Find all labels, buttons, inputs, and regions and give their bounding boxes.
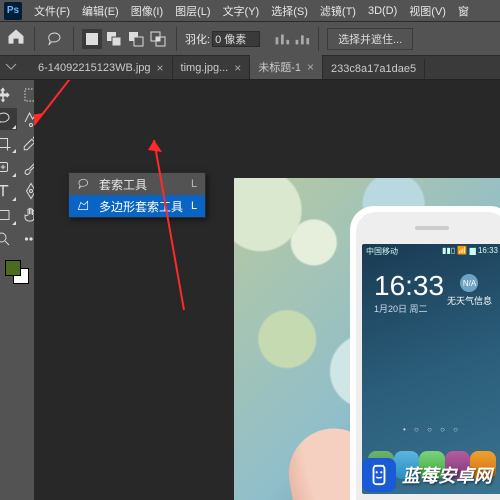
separator xyxy=(73,27,74,51)
watermark: 蓝莓安卓网 xyxy=(362,458,492,492)
color-swatches[interactable] xyxy=(3,258,31,286)
phone-screen: 中国移动 ▮▮▯ 📶 ▆ 16:33 16:33 1月20日 周二 N/A 无天… xyxy=(362,244,500,494)
weather-label: 无天气信息 xyxy=(447,294,492,307)
menu-window[interactable]: 窗 xyxy=(452,3,475,19)
annotation-arrow-2 xyxy=(124,130,244,330)
document-tabs: 6-14092215123WB.jpg × timg.jpg... × 未标题-1 ×… xyxy=(0,56,500,80)
tools-panel xyxy=(0,80,34,500)
menu-image[interactable]: 图像(I) xyxy=(125,3,169,19)
tab-label: 未标题-1 xyxy=(258,59,301,75)
canvas-area[interactable]: 套索工具 L 多边形套索工具 L xyxy=(34,80,500,500)
document-image: 中国移动 ▮▮▯ 📶 ▆ 16:33 16:33 1月20日 周二 N/A 无天… xyxy=(234,178,500,500)
tab-label: 6-14092215123WB.jpg xyxy=(38,62,151,74)
poly-lasso-icon xyxy=(75,199,91,213)
phone-clock: 16:33 xyxy=(374,270,444,302)
menu-file[interactable]: 文件(F) xyxy=(28,3,76,19)
menu-3d[interactable]: 3D(D) xyxy=(362,5,403,17)
status-left: 中国移动 xyxy=(366,246,398,257)
weather-na-icon: N/A xyxy=(460,274,478,292)
selection-mode-group xyxy=(82,29,168,49)
phone-mockup: 中国移动 ▮▮▯ 📶 ▆ 16:33 16:33 1月20日 周二 N/A 无天… xyxy=(350,206,500,500)
type-tool[interactable] xyxy=(0,180,17,202)
phone-statusbar: 中国移动 ▮▮▯ 📶 ▆ 16:33 xyxy=(366,246,498,257)
close-icon[interactable]: × xyxy=(307,60,314,74)
tab-doc-2[interactable]: timg.jpg... × xyxy=(173,57,251,79)
watermark-icon xyxy=(362,458,396,492)
close-icon[interactable]: × xyxy=(157,61,164,75)
feather-label: 羽化: xyxy=(185,31,210,47)
rectangle-tool[interactable] xyxy=(0,204,17,226)
selection-new-icon[interactable] xyxy=(82,29,102,49)
phone-weather: N/A 无天气信息 xyxy=(447,274,492,307)
home-icon[interactable] xyxy=(6,27,26,50)
feather-control: 羽化: xyxy=(185,31,260,47)
menu-select[interactable]: 选择(S) xyxy=(265,3,314,19)
menu-view[interactable]: 视图(V) xyxy=(403,3,452,19)
menu-edit[interactable]: 编辑(E) xyxy=(76,3,125,19)
ps-logo-icon: Ps xyxy=(4,2,22,20)
tab-expand-icon[interactable] xyxy=(4,60,18,74)
menu-type[interactable]: 文字(Y) xyxy=(217,3,266,19)
page-indicator: • ○ ○ ○ ○ xyxy=(362,425,500,434)
tab-doc-1[interactable]: 6-14092215123WB.jpg × xyxy=(30,57,173,79)
tab-doc-4[interactable]: 233c8a17a1dae5 xyxy=(323,59,425,79)
feather-input[interactable] xyxy=(212,31,260,47)
crop-tool[interactable] xyxy=(0,132,17,154)
healing-tool[interactable] xyxy=(0,156,17,178)
lasso-icon xyxy=(75,177,91,191)
selection-subtract-icon[interactable] xyxy=(126,29,146,49)
move-tool[interactable] xyxy=(0,84,17,106)
tab-label: 233c8a17a1dae5 xyxy=(331,63,416,75)
menu-filter[interactable]: 滤镜(T) xyxy=(314,3,362,19)
annotation-arrow-1 xyxy=(34,80,134,145)
separator xyxy=(34,27,35,51)
selection-intersect-icon[interactable] xyxy=(148,29,168,49)
menu-layer[interactable]: 图层(L) xyxy=(169,3,216,19)
tab-label: timg.jpg... xyxy=(181,62,229,74)
close-icon[interactable]: × xyxy=(234,61,241,75)
phone-date: 1月20日 周二 xyxy=(374,302,428,315)
tab-doc-3[interactable]: 未标题-1 × xyxy=(250,55,323,79)
antialias-icons xyxy=(272,32,310,46)
zoom-tool[interactable] xyxy=(0,228,17,250)
select-and-mask-button[interactable]: 选择并遮住... xyxy=(327,28,413,50)
lasso-tool[interactable] xyxy=(0,108,17,130)
menu-bar: Ps 文件(F) 编辑(E) 图像(I) 图层(L) 文字(Y) 选择(S) 滤… xyxy=(0,0,500,22)
phone-speaker xyxy=(415,226,449,230)
options-bar: 羽化: 选择并遮住... xyxy=(0,22,500,56)
separator xyxy=(176,27,177,51)
watermark-text: 蓝莓安卓网 xyxy=(402,462,492,488)
status-right: ▮▮▯ 📶 ▆ 16:33 xyxy=(442,246,498,257)
separator xyxy=(318,27,319,51)
tool-preset-lasso-icon[interactable] xyxy=(43,28,65,50)
foreground-color-swatch[interactable] xyxy=(5,260,21,276)
selection-add-icon[interactable] xyxy=(104,29,124,49)
